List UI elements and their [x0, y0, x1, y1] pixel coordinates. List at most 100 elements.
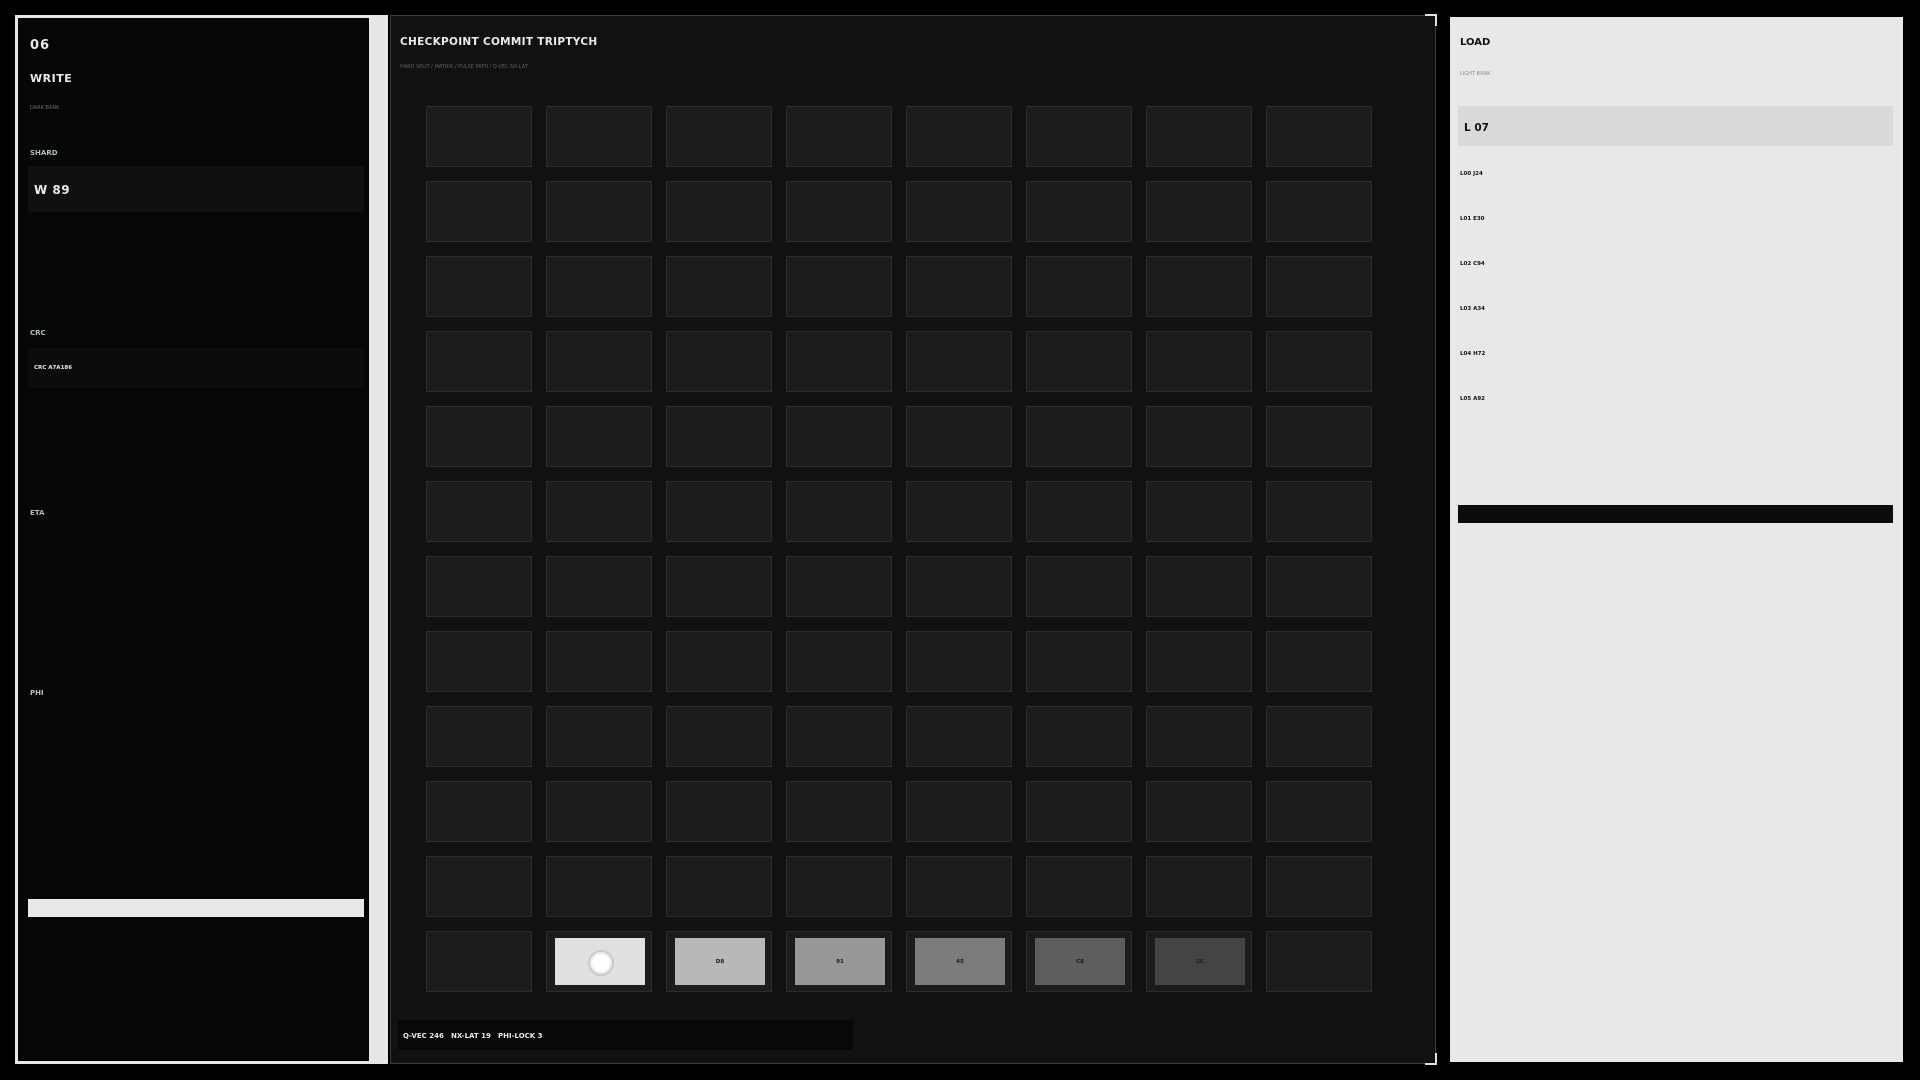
matrix-cell[interactable] — [426, 556, 532, 617]
panel-divider-handle[interactable] — [372, 15, 388, 1064]
matrix-cell[interactable] — [1146, 856, 1252, 917]
matrix-cell[interactable] — [1026, 556, 1132, 617]
matrix-cell[interactable] — [546, 256, 652, 317]
selection-knob[interactable] — [588, 950, 614, 976]
matrix-cell[interactable] — [1026, 631, 1132, 692]
matrix-cell[interactable] — [1266, 106, 1372, 167]
matrix-cell[interactable]: C8 — [1026, 931, 1132, 992]
matrix-cell[interactable] — [1026, 856, 1132, 917]
matrix-cell[interactable] — [1266, 856, 1372, 917]
matrix-cell[interactable] — [546, 331, 652, 392]
matrix-cell[interactable] — [906, 106, 1012, 167]
matrix-cell[interactable] — [426, 781, 532, 842]
matrix-cell[interactable] — [1266, 481, 1372, 542]
matrix-cell[interactable] — [1146, 106, 1252, 167]
matrix-cell[interactable] — [666, 556, 772, 617]
load-list-item[interactable]: L01 E30 — [1460, 216, 1484, 222]
matrix-cell[interactable] — [906, 181, 1012, 242]
matrix-cell[interactable] — [666, 631, 772, 692]
matrix-cell[interactable] — [666, 706, 772, 767]
matrix-cell[interactable] — [666, 331, 772, 392]
matrix-cell[interactable] — [1266, 181, 1372, 242]
matrix-cell[interactable] — [666, 181, 772, 242]
matrix-cell[interactable] — [546, 781, 652, 842]
matrix-cell[interactable] — [546, 631, 652, 692]
matrix-cell[interactable] — [906, 781, 1012, 842]
matrix-cell[interactable] — [786, 856, 892, 917]
matrix-cell[interactable] — [426, 331, 532, 392]
matrix-cell[interactable] — [906, 706, 1012, 767]
write-action-bar[interactable] — [28, 899, 364, 917]
matrix-cell[interactable] — [786, 706, 892, 767]
matrix-cell[interactable] — [546, 481, 652, 542]
matrix-cell[interactable]: 91 — [786, 931, 892, 992]
matrix-cell[interactable] — [426, 856, 532, 917]
matrix-cell[interactable] — [666, 406, 772, 467]
load-list-item[interactable]: L00 J24 — [1460, 171, 1483, 177]
matrix-cell[interactable] — [1026, 181, 1132, 242]
matrix-cell[interactable]: 45 — [906, 931, 1012, 992]
matrix-cell[interactable] — [666, 781, 772, 842]
value-swatch[interactable]: 3 — [555, 938, 645, 985]
load-list-item[interactable]: L03 A34 — [1460, 306, 1485, 312]
matrix-cell[interactable] — [786, 256, 892, 317]
matrix-cell[interactable] — [546, 856, 652, 917]
matrix-cell[interactable] — [1146, 481, 1252, 542]
matrix-cell[interactable] — [906, 856, 1012, 917]
matrix-cell[interactable]: 3 — [546, 931, 652, 992]
matrix-cell[interactable] — [786, 781, 892, 842]
matrix-cell[interactable] — [1026, 256, 1132, 317]
matrix-cell[interactable] — [1146, 331, 1252, 392]
matrix-cell[interactable] — [546, 106, 652, 167]
matrix-cell[interactable] — [906, 631, 1012, 692]
matrix-cell[interactable] — [906, 556, 1012, 617]
selected-slot[interactable]: L 07 — [1458, 106, 1893, 146]
matrix-cell[interactable] — [666, 481, 772, 542]
shard-field[interactable]: W 89 — [28, 166, 364, 212]
matrix-cell[interactable] — [906, 331, 1012, 392]
value-swatch[interactable]: D8 — [675, 938, 765, 985]
matrix-cell[interactable] — [1266, 406, 1372, 467]
matrix-cell[interactable] — [906, 406, 1012, 467]
crc-field[interactable]: CRC A7A186 — [28, 348, 364, 388]
matrix-cell[interactable] — [546, 706, 652, 767]
load-action-bar[interactable] — [1458, 505, 1893, 523]
matrix-cell[interactable] — [1266, 556, 1372, 617]
matrix-cell[interactable]: D8 — [666, 931, 772, 992]
matrix-cell[interactable] — [1266, 256, 1372, 317]
matrix-cell[interactable] — [786, 181, 892, 242]
matrix-cell[interactable] — [426, 256, 532, 317]
matrix-cell[interactable] — [546, 406, 652, 467]
matrix-cell[interactable] — [546, 181, 652, 242]
matrix-cell[interactable] — [1266, 781, 1372, 842]
matrix-cell[interactable] — [426, 106, 532, 167]
matrix-cell[interactable] — [1266, 706, 1372, 767]
matrix-cell[interactable] — [426, 631, 532, 692]
value-swatch[interactable]: 45 — [915, 938, 1005, 985]
matrix-cell[interactable] — [1146, 256, 1252, 317]
matrix-cell[interactable] — [426, 406, 532, 467]
load-list-item[interactable]: L05 A92 — [1460, 396, 1485, 402]
matrix-cell[interactable] — [546, 556, 652, 617]
value-swatch[interactable]: C8 — [1035, 938, 1125, 985]
matrix-cell[interactable] — [1146, 781, 1252, 842]
value-swatch[interactable]: 2C — [1155, 938, 1245, 985]
load-list-item[interactable]: L02 C94 — [1460, 261, 1485, 267]
matrix-cell[interactable] — [786, 556, 892, 617]
matrix-cell[interactable] — [786, 106, 892, 167]
matrix-cell[interactable] — [1266, 931, 1372, 992]
matrix-cell[interactable] — [906, 481, 1012, 542]
matrix-cell[interactable] — [786, 631, 892, 692]
matrix-cell[interactable] — [666, 856, 772, 917]
matrix-cell[interactable] — [1026, 331, 1132, 392]
matrix-cell[interactable] — [786, 481, 892, 542]
matrix-cell[interactable] — [1026, 106, 1132, 167]
matrix-cell[interactable] — [1146, 631, 1252, 692]
matrix-cell[interactable] — [666, 256, 772, 317]
matrix-cell[interactable] — [1266, 631, 1372, 692]
matrix-cell[interactable] — [1146, 556, 1252, 617]
matrix-cell[interactable] — [1146, 706, 1252, 767]
matrix-cell[interactable] — [1146, 406, 1252, 467]
matrix-cell[interactable] — [1026, 481, 1132, 542]
load-list-item[interactable]: L04 H72 — [1460, 351, 1485, 357]
